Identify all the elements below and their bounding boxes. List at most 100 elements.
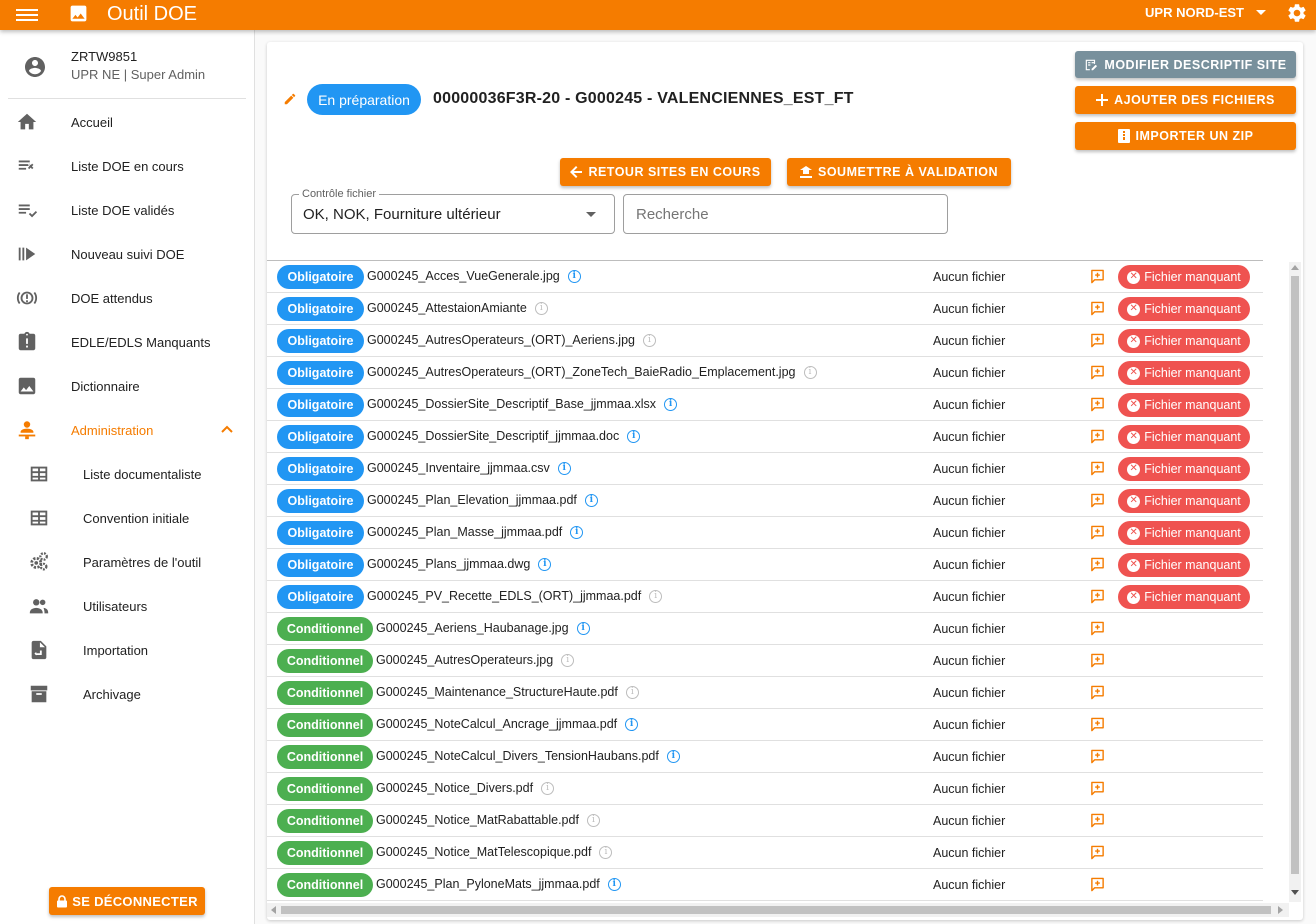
horizontal-scrollbar[interactable] <box>267 903 1289 917</box>
file-status: Aucun fichier <box>933 686 1006 700</box>
file-type-badge: Obligatoire <box>277 329 364 353</box>
nav-item-administration[interactable]: Administration <box>0 408 255 452</box>
submit-validation-button[interactable]: SOUMETTRE À VALIDATION <box>787 158 1011 186</box>
file-type-badge: Conditionnel <box>277 617 373 641</box>
missing-file-label: Fichier manquant <box>1144 334 1241 348</box>
nav-item-dictionnaire[interactable]: Dictionnaire <box>0 364 255 408</box>
nav-item-utilisateurs[interactable]: Utilisateurs <box>0 584 255 628</box>
region-label: UPR NORD-EST <box>1145 5 1244 20</box>
add-comment-icon[interactable] <box>1090 621 1105 636</box>
info-icon[interactable]: i <box>567 269 581 283</box>
menu-icon[interactable] <box>16 6 38 24</box>
file-name: G000245_Inventaire_jjmmaa.csv i <box>367 461 571 475</box>
nav-item-parametres-outil[interactable]: Paramètres de l'outil <box>0 540 255 584</box>
back-label: RETOUR SITES EN COURS <box>588 165 761 179</box>
add-comment-icon[interactable] <box>1090 749 1105 764</box>
nav-item-liste-doe-en-cours[interactable]: Liste DOE en cours <box>0 144 255 188</box>
file-name-text: G000245_Maintenance_StructureHaute.pdf <box>376 685 618 699</box>
add-comment-icon[interactable] <box>1090 717 1105 732</box>
nav-item-importation[interactable]: Importation <box>0 628 255 672</box>
add-comment-icon[interactable] <box>1090 301 1105 316</box>
scrollbar-thumb[interactable] <box>1291 276 1299 874</box>
scrollbar-thumb[interactable] <box>281 906 1271 914</box>
add-comment-icon[interactable] <box>1090 365 1105 380</box>
add-files-button[interactable]: AJOUTER DES FICHIERS <box>1075 86 1296 114</box>
add-comment-icon[interactable] <box>1090 813 1105 828</box>
add-comment-icon[interactable] <box>1090 685 1105 700</box>
account-circle-icon <box>25 57 45 77</box>
missing-file-badge: ✕ Fichier manquant <box>1118 425 1250 449</box>
info-icon[interactable]: i <box>666 749 680 763</box>
add-comment-icon[interactable] <box>1090 461 1105 476</box>
info-icon[interactable]: i <box>664 397 678 411</box>
info-icon[interactable]: i <box>599 845 613 859</box>
info-icon[interactable]: i <box>627 429 641 443</box>
file-name-text: G000245_AutresOperateurs.jpg <box>376 653 554 667</box>
file-status: Aucun fichier <box>933 622 1006 636</box>
scroll-up-icon[interactable] <box>1291 265 1299 270</box>
nav-item-doe-attendus[interactable]: DOE attendus <box>0 276 255 320</box>
info-icon[interactable]: i <box>561 653 575 667</box>
add-comment-icon[interactable] <box>1090 525 1105 540</box>
file-status: Aucun fichier <box>933 846 1006 860</box>
file-name: G000245_Plan_Elevation_jjmmaa.pdf i <box>367 493 598 507</box>
back-button[interactable]: RETOUR SITES EN COURS <box>560 158 771 186</box>
missing-file-badge: ✕ Fichier manquant <box>1118 457 1250 481</box>
info-icon[interactable]: i <box>649 589 663 603</box>
nav-item-edle-edls-manquants[interactable]: EDLE/EDLS Manquants <box>0 320 255 364</box>
file-status: Aucun fichier <box>933 782 1006 796</box>
plus-icon <box>1096 94 1109 106</box>
info-icon[interactable]: i <box>534 301 548 315</box>
nav-item-accueil[interactable]: Accueil <box>0 100 255 144</box>
close-circle-icon: ✕ <box>1127 494 1141 508</box>
file-name-text: G000245_AutresOperateurs_(ORT)_Aeriens.j… <box>367 333 635 347</box>
nav-item-liste-doe-valides[interactable]: Liste DOE validés <box>0 188 255 232</box>
info-icon[interactable]: i <box>586 813 600 827</box>
add-comment-icon[interactable] <box>1090 493 1105 508</box>
scroll-left-icon[interactable] <box>271 906 276 914</box>
nav-label: Paramètres de l'outil <box>83 554 202 570</box>
scroll-right-icon[interactable] <box>1278 906 1283 914</box>
info-icon[interactable]: i <box>584 493 598 507</box>
add-comment-icon[interactable] <box>1090 781 1105 796</box>
nav-item-liste-documentaliste[interactable]: Liste documentaliste <box>0 452 255 496</box>
info-icon[interactable]: i <box>541 781 555 795</box>
info-icon[interactable]: i <box>576 621 590 635</box>
nav-item-archivage[interactable]: Archivage <box>0 672 255 716</box>
add-comment-icon[interactable] <box>1090 397 1105 412</box>
logout-button[interactable]: SE DÉCONNECTER <box>49 887 205 915</box>
info-icon[interactable]: i <box>625 717 639 731</box>
info-icon[interactable]: i <box>607 877 621 891</box>
file-type-badge: Obligatoire <box>277 553 364 577</box>
vertical-scrollbar[interactable] <box>1289 262 1301 902</box>
add-comment-icon[interactable] <box>1090 589 1105 604</box>
nav-item-convention-initiale[interactable]: Convention initiale <box>0 496 255 540</box>
file-type-badge: Obligatoire <box>277 585 364 609</box>
clipboard-alert-icon <box>18 331 36 351</box>
add-comment-icon[interactable] <box>1090 429 1105 444</box>
gear-icon[interactable] <box>1286 2 1308 24</box>
info-icon[interactable]: i <box>570 525 584 539</box>
add-comment-icon[interactable] <box>1090 845 1105 860</box>
file-status: Aucun fichier <box>933 750 1006 764</box>
info-icon[interactable]: i <box>803 365 817 379</box>
add-comment-icon[interactable] <box>1090 333 1105 348</box>
add-comment-icon[interactable] <box>1090 653 1105 668</box>
info-icon[interactable]: i <box>642 333 656 347</box>
import-zip-button[interactable]: IMPORTER UN ZIP <box>1075 122 1296 150</box>
info-icon[interactable]: i <box>557 461 571 475</box>
chevron-up-icon[interactable] <box>221 424 233 436</box>
add-comment-icon[interactable] <box>1090 269 1105 284</box>
info-icon[interactable]: i <box>625 685 639 699</box>
search-input[interactable] <box>623 194 948 234</box>
info-icon[interactable]: i <box>538 557 552 571</box>
file-type-badge: Conditionnel <box>277 745 373 769</box>
nav-item-nouveau-suivi-doe[interactable]: Nouveau suivi DOE <box>0 232 255 276</box>
chevron-down-icon[interactable] <box>586 212 596 217</box>
add-comment-icon[interactable] <box>1090 877 1105 892</box>
region-selector[interactable]: UPR NORD-EST <box>1145 5 1266 20</box>
scroll-down-icon[interactable] <box>1291 890 1299 895</box>
add-comment-icon[interactable] <box>1090 557 1105 572</box>
modify-site-button[interactable]: MODIFIER DESCRIPTIF SITE <box>1075 51 1296 78</box>
pencil-icon[interactable] <box>283 92 297 106</box>
